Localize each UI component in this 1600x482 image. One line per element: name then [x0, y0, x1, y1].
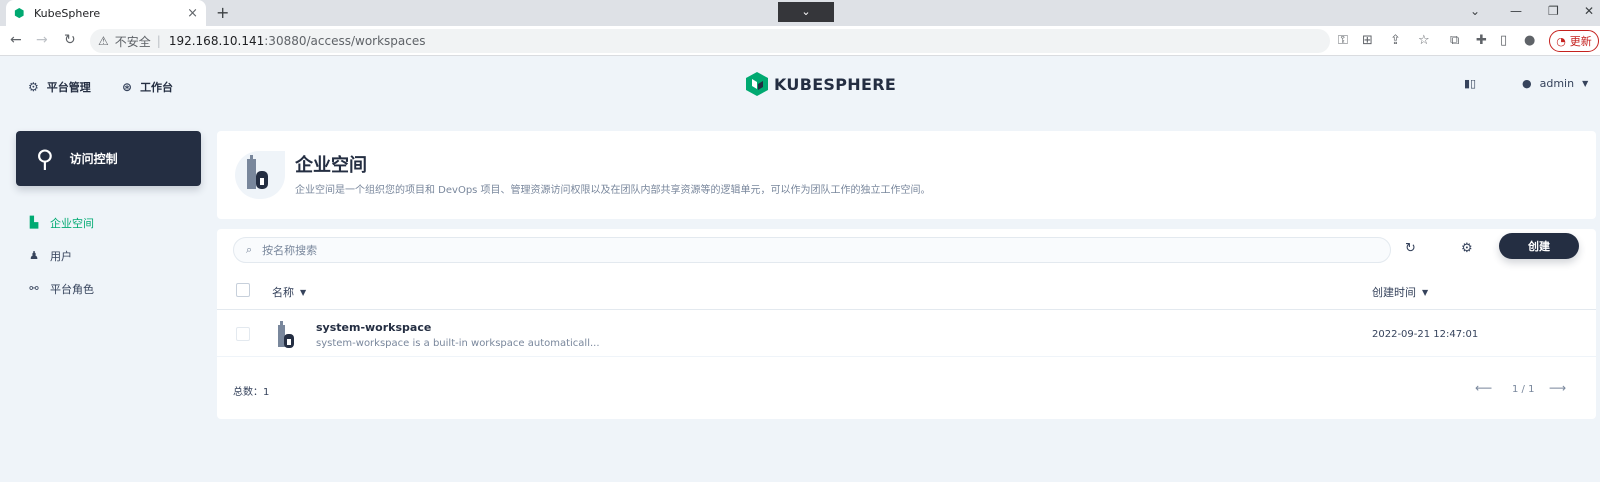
user-icon: ●	[1522, 77, 1532, 90]
select-all-checkbox[interactable]	[236, 283, 250, 297]
refresh-icon[interactable]: ↻	[1405, 241, 1416, 256]
username: admin	[1539, 77, 1575, 90]
restore-window-button[interactable]: ❐	[1548, 4, 1559, 18]
update-label: 更新	[1569, 35, 1592, 48]
kubesphere-logo[interactable]: KUBESPHERE	[746, 72, 896, 96]
search-icon: ⌕	[246, 243, 253, 256]
sort-caret-icon: ▼	[300, 287, 307, 297]
toolbox-icon[interactable]: ▮▯	[1464, 77, 1476, 90]
page-banner: 企业空间 企业空间是一个组织您的项目和 DevOps 项目、管理资源访问权限以及…	[217, 131, 1596, 219]
browser-toolbar: ← → ↻ ⚠ 不安全 | 192.168.10.141:30880/acces…	[0, 26, 1600, 56]
sidebar-item-label: 平台角色	[50, 282, 94, 296]
total-count: 总数：1	[233, 387, 270, 398]
sidebar-item-workspaces[interactable]: ▙ 企业空间	[28, 206, 94, 239]
sidebar-item-label: 企业空间	[50, 216, 94, 230]
back-button[interactable]: ←	[10, 32, 22, 48]
row-checkbox[interactable]	[236, 327, 250, 341]
update-icon: ◔	[1556, 34, 1566, 48]
next-page-arrow-icon[interactable]: ⟶	[1549, 381, 1566, 395]
sidepanel-icon[interactable]: ▯	[1500, 33, 1507, 48]
create-button[interactable]: 创建	[1499, 233, 1579, 259]
browser-tab-bar: ⬢ KubeSphere × + ⌄ ⌄ — ❐ ✕	[0, 0, 1600, 26]
logo-text: KUBESPHERE	[774, 74, 897, 94]
sort-caret-icon: ▼	[1422, 287, 1429, 297]
user-icon: ♟	[29, 249, 39, 262]
profile-icon[interactable]: ●	[1524, 33, 1535, 48]
workspace-banner-icon	[235, 151, 285, 199]
extension-icon[interactable]: ⧉	[1450, 33, 1459, 48]
key-icon: ⚲	[36, 144, 54, 173]
sidebar-item-platform-roles[interactable]: ⚯ 平台角色	[28, 272, 94, 305]
kubesphere-favicon-icon: ⬢	[14, 6, 25, 20]
workspace-name-link[interactable]: system-workspace	[316, 321, 431, 334]
kubesphere-logo-icon	[746, 72, 768, 96]
page-info: 1 / 1	[1512, 384, 1535, 395]
nav-label: 平台管理	[46, 81, 91, 94]
new-tab-button[interactable]: +	[216, 3, 229, 22]
share-icon[interactable]: ⇪	[1390, 33, 1401, 48]
security-label[interactable]: 不安全	[115, 33, 151, 50]
column-created-header[interactable]: 创建时间 ▼	[1372, 284, 1428, 300]
user-menu[interactable]: ● admin ▼	[1522, 77, 1588, 90]
bookmark-star-icon[interactable]: ☆	[1418, 33, 1430, 48]
translate-icon[interactable]: ⊞	[1362, 33, 1373, 48]
page-description: 企业空间是一个组织您的项目和 DevOps 项目、管理资源访问权限以及在团队内部…	[295, 185, 931, 196]
sidebar-menu: ▙ 企业空间 ♟ 用户 ⚯ 平台角色	[28, 206, 94, 305]
nav-workbench[interactable]: ⊛ 工作台	[122, 79, 173, 95]
search-input[interactable]: ⌕ 按名称搜索	[233, 237, 1391, 263]
sidebar-card-title: 访问控制	[69, 152, 118, 166]
caret-down-icon: ▼	[1582, 79, 1589, 88]
url-host: 192.168.10.141	[168, 34, 265, 48]
close-window-button[interactable]: ✕	[1584, 4, 1594, 18]
warning-icon: ⚠	[98, 34, 109, 48]
nav-label: 工作台	[140, 81, 174, 94]
workspace-description: system-workspace is a built-in workspace…	[316, 338, 600, 349]
prev-page-arrow-icon[interactable]: ⟵	[1475, 381, 1492, 395]
table-header: 名称 ▼ 创建时间 ▼	[217, 272, 1596, 310]
url-separator: |	[156, 34, 161, 48]
sidebar-item-label: 用户	[50, 249, 72, 263]
browser-tab[interactable]: ⬢ KubeSphere ×	[6, 0, 206, 26]
chevron-down-icon[interactable]: ⌄	[1470, 4, 1480, 18]
workspace-icon: ▙	[29, 216, 39, 229]
settings-gear-icon[interactable]: ⚙	[1461, 241, 1473, 256]
nav-platform-management[interactable]: ⚙ 平台管理	[28, 79, 91, 95]
puzzle-icon[interactable]: ✚	[1476, 33, 1487, 48]
search-placeholder: 按名称搜索	[262, 244, 318, 257]
tab-close-icon[interactable]: ×	[187, 6, 198, 21]
table-row[interactable]: system-workspace system-workspace is a b…	[217, 311, 1596, 357]
table-footer: 总数：1 ⟵ 1 / 1 ⟶	[217, 369, 1596, 409]
app-header: ⚙ 平台管理 ⊛ 工作台 KUBESPHERE ▮▯ ● admin ▼	[0, 57, 1600, 115]
url-path: :30880/access/workspaces	[264, 34, 426, 48]
reload-button[interactable]: ↻	[64, 32, 76, 48]
access-control-card: ⚲ 访问控制	[16, 131, 201, 186]
sidebar-item-users[interactable]: ♟ 用户	[28, 239, 94, 272]
update-button[interactable]: ◔ 更新	[1549, 30, 1599, 52]
minimize-window-button[interactable]: —	[1510, 4, 1522, 18]
workspace-icon	[278, 321, 294, 348]
column-label: 名称	[272, 286, 294, 299]
tab-search-button[interactable]: ⌄	[778, 2, 834, 22]
column-label: 创建时间	[1372, 286, 1416, 299]
workspace-created-time: 2022-09-21 12:47:01	[1372, 329, 1479, 340]
forward-button[interactable]: →	[36, 32, 48, 48]
workspace-table-card: ⌕ 按名称搜索 ↻ ⚙ 创建 名称 ▼ 创建时间 ▼ system-worksp…	[217, 229, 1596, 419]
role-icon: ⚯	[29, 282, 39, 295]
column-name-header[interactable]: 名称 ▼	[272, 284, 306, 300]
gear-icon: ⚙	[28, 80, 39, 94]
address-bar[interactable]: ⚠ 不安全 | 192.168.10.141:30880/access/work…	[90, 29, 1330, 53]
page-title: 企业空间	[295, 155, 367, 176]
tab-title: KubeSphere	[34, 6, 101, 20]
workbench-icon: ⊛	[122, 80, 133, 94]
key-icon[interactable]: ⚿	[1338, 33, 1348, 48]
